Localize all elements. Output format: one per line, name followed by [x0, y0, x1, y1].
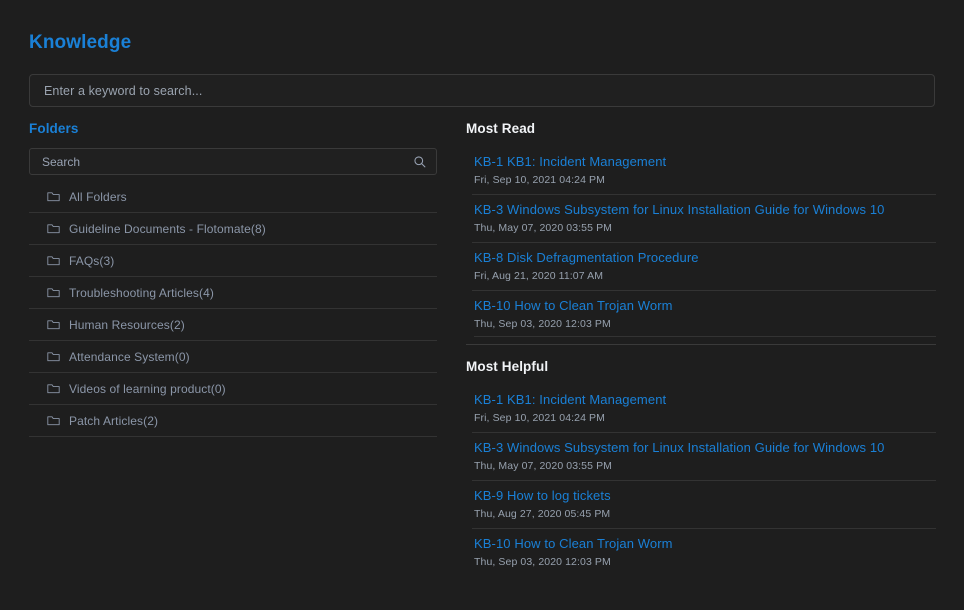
most-read-heading: Most Read [466, 121, 536, 136]
folder-item-label: FAQs(3) [69, 253, 115, 268]
article-date: Fri, Aug 21, 2020 11:07 AM [474, 270, 604, 282]
folder-icon [47, 288, 60, 298]
article-title-link[interactable]: KB-3 Windows Subsystem for Linux Install… [474, 201, 936, 219]
article-date: Thu, Aug 27, 2020 05:45 PM [474, 508, 611, 520]
folder-icon [47, 192, 60, 202]
most-read-list: KB-1 KB1: Incident Management Fri, Sep 1… [466, 147, 936, 345]
folder-item-label: Videos of learning product(0) [69, 381, 226, 396]
knowledge-page: Knowledge Folders All Folders [0, 0, 964, 610]
article-date: Fri, Sep 10, 2021 04:24 PM [474, 174, 606, 186]
folder-item-patch-articles[interactable]: Patch Articles(2) [29, 405, 437, 437]
article-date: Thu, Sep 03, 2020 12:03 PM [474, 556, 611, 568]
folder-item-guideline-documents[interactable]: Guideline Documents - Flotomate(8) [29, 213, 437, 245]
folder-search-box[interactable] [29, 148, 437, 175]
article-row[interactable]: KB-1 KB1: Incident Management Fri, Sep 1… [472, 385, 936, 433]
article-title-link[interactable]: KB-9 How to log tickets [474, 487, 936, 505]
page-title: Knowledge [29, 32, 132, 53]
article-row[interactable]: KB-3 Windows Subsystem for Linux Install… [472, 195, 936, 243]
article-title-link[interactable]: KB-8 Disk Defragmentation Procedure [474, 249, 936, 267]
folders-heading: Folders [29, 121, 79, 136]
folder-item-label: Human Resources(2) [69, 317, 185, 332]
folder-icon [47, 416, 60, 426]
folder-search-input[interactable] [40, 153, 406, 170]
most-helpful-heading: Most Helpful [466, 359, 549, 374]
keyword-search-box[interactable] [29, 74, 935, 107]
folder-icon [47, 320, 60, 330]
folder-item-label: All Folders [69, 189, 127, 204]
folder-item-attendance-system[interactable]: Attendance System(0) [29, 341, 437, 373]
search-icon [414, 155, 426, 167]
folder-item-faqs[interactable]: FAQs(3) [29, 245, 437, 277]
folder-item-human-resources[interactable]: Human Resources(2) [29, 309, 437, 341]
folder-item-troubleshooting-articles[interactable]: Troubleshooting Articles(4) [29, 277, 437, 309]
article-row[interactable]: KB-9 How to log tickets Thu, Aug 27, 202… [472, 481, 936, 529]
folder-icon [47, 224, 60, 234]
most-helpful-list: KB-1 KB1: Incident Management Fri, Sep 1… [466, 385, 936, 576]
folder-list: All Folders Guideline Documents - Flotom… [29, 181, 437, 437]
article-title-link[interactable]: KB-1 KB1: Incident Management [474, 391, 936, 409]
list-bottom-divider [474, 331, 936, 337]
folder-item-label: Attendance System(0) [69, 349, 190, 364]
folders-column: Folders All Folders Guide [29, 120, 437, 437]
folder-icon [47, 384, 60, 394]
folder-item-label: Patch Articles(2) [69, 413, 159, 428]
article-date: Fri, Sep 10, 2021 04:24 PM [474, 412, 606, 424]
article-row[interactable]: KB-8 Disk Defragmentation Procedure Fri,… [472, 243, 936, 291]
article-row[interactable]: KB-1 KB1: Incident Management Fri, Sep 1… [472, 147, 936, 195]
articles-column: Most Read KB-1 KB1: Incident Management … [466, 120, 936, 589]
article-row[interactable]: KB-10 How to Clean Trojan Worm Thu, Sep … [472, 529, 936, 576]
article-title-link[interactable]: KB-1 KB1: Incident Management [474, 153, 936, 171]
folder-item-label: Guideline Documents - Flotomate(8) [69, 221, 266, 236]
article-title-link[interactable]: KB-10 How to Clean Trojan Worm [474, 297, 936, 315]
article-title-link[interactable]: KB-3 Windows Subsystem for Linux Install… [474, 439, 936, 457]
article-title-link[interactable]: KB-10 How to Clean Trojan Worm [474, 535, 936, 553]
folder-icon [47, 256, 60, 266]
folder-item-label: Troubleshooting Articles(4) [69, 285, 214, 300]
article-date: Thu, May 07, 2020 03:55 PM [474, 460, 613, 472]
article-date: Thu, Sep 03, 2020 12:03 PM [474, 318, 611, 330]
keyword-search-input[interactable] [42, 82, 922, 99]
folder-item-videos-of-learning-product[interactable]: Videos of learning product(0) [29, 373, 437, 405]
folder-search-submit-button[interactable] [412, 154, 428, 170]
article-row[interactable]: KB-3 Windows Subsystem for Linux Install… [472, 433, 936, 481]
article-date: Thu, May 07, 2020 03:55 PM [474, 222, 613, 234]
folder-icon [47, 352, 60, 362]
article-row[interactable]: KB-10 How to Clean Trojan Worm Thu, Sep … [472, 291, 936, 344]
folder-item-all-folders[interactable]: All Folders [29, 181, 437, 213]
